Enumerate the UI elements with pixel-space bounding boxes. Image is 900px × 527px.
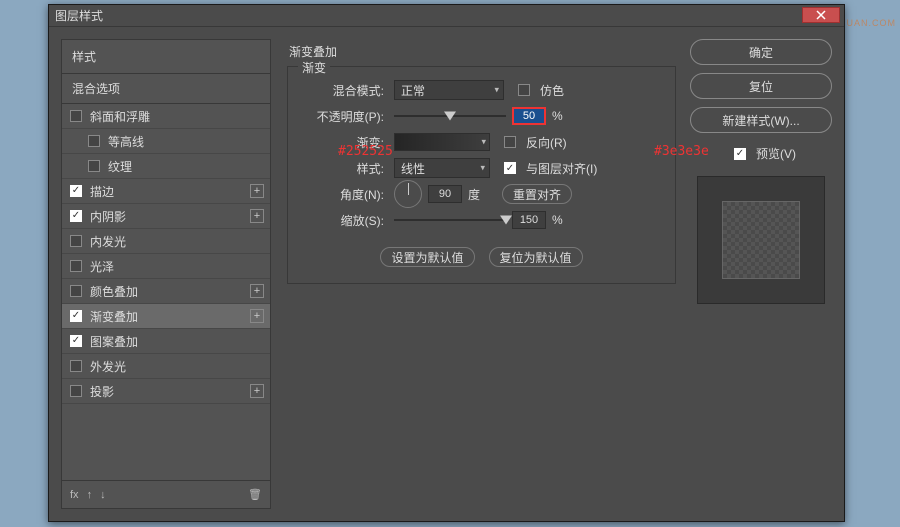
style-item[interactable]: 等高线 — [62, 129, 270, 154]
style-item[interactable]: 投影 + — [62, 379, 270, 404]
style-select[interactable]: 线性 ▾ — [394, 158, 490, 178]
angle-unit: 度 — [468, 186, 480, 203]
set-default-button[interactable]: 设置为默认值 — [380, 247, 474, 267]
opacity-input[interactable]: 50 — [512, 107, 546, 125]
reset-default-button[interactable]: 复位为默认值 — [489, 247, 583, 267]
trash-icon[interactable]: 🗑 — [248, 488, 262, 501]
style-checkbox[interactable] — [88, 160, 100, 172]
style-checkbox[interactable] — [70, 260, 82, 272]
dialog-title: 图层样式 — [55, 7, 103, 24]
preview-checkbox[interactable] — [734, 148, 746, 160]
style-label: 样式: — [302, 160, 388, 177]
add-effect-icon[interactable]: + — [250, 184, 264, 198]
style-item[interactable]: 内阴影 + — [62, 204, 270, 229]
layer-style-dialog: 图层样式 样式 混合选项 斜面和浮雕等高线纹理描边 + 内阴影 + 内发光光泽颜色叠加 +… — [48, 4, 845, 522]
style-item-label: 等高线 — [108, 133, 144, 150]
right-panel: 确定 复位 新建样式(W)... 预览(V) — [690, 39, 832, 509]
align-checkbox[interactable] — [504, 162, 516, 174]
reset-align-button[interactable]: 重置对齐 — [502, 184, 572, 204]
sidebar-footer: fx ↑ ↓ 🗑 — [62, 480, 270, 508]
reverse-label: 反向(R) — [526, 134, 567, 151]
styles-header[interactable]: 样式 — [62, 40, 270, 74]
style-checkbox[interactable] — [70, 285, 82, 297]
style-item[interactable]: 外发光 — [62, 354, 270, 379]
scale-label: 缩放(S): — [302, 212, 388, 229]
titlebar[interactable]: 图层样式 — [49, 5, 844, 27]
ok-button[interactable]: 确定 — [690, 39, 832, 65]
angle-dial[interactable] — [394, 180, 422, 208]
style-item-label: 内发光 — [90, 233, 126, 250]
settings-panel: 渐变叠加 渐变 混合模式: 正常 ▾ 仿色 不透明度(P): — [285, 39, 676, 509]
style-item-label: 描边 — [90, 183, 114, 200]
annotation-color2: #3e3e3e — [654, 144, 709, 159]
blend-options-header[interactable]: 混合选项 — [62, 74, 270, 104]
styles-sidebar: 样式 混合选项 斜面和浮雕等高线纹理描边 + 内阴影 + 内发光光泽颜色叠加 + 渐变叠加 +… — [61, 39, 271, 509]
fx-menu-icon[interactable]: fx — [70, 489, 79, 501]
dither-checkbox[interactable] — [518, 84, 530, 96]
blend-mode-value: 正常 — [401, 82, 425, 99]
align-label: 与图层对齐(I) — [526, 160, 597, 177]
blend-mode-select[interactable]: 正常 ▾ — [394, 80, 504, 100]
angle-input[interactable]: 90 — [428, 185, 462, 203]
blend-mode-label: 混合模式: — [302, 82, 388, 99]
add-effect-icon[interactable]: + — [250, 209, 264, 223]
group-title: 渐变叠加 — [285, 39, 676, 66]
close-icon — [816, 10, 826, 20]
style-checkbox[interactable] — [70, 185, 82, 197]
angle-label: 角度(N): — [302, 186, 388, 203]
add-effect-icon[interactable]: + — [250, 284, 264, 298]
chevron-down-icon: ▾ — [494, 85, 499, 96]
arrow-down-icon[interactable]: ↓ — [100, 489, 106, 501]
style-checkbox[interactable] — [70, 210, 82, 222]
close-button[interactable] — [802, 7, 840, 23]
annotation-color1: #252525 — [338, 144, 393, 159]
arrow-up-icon[interactable]: ↑ — [87, 489, 93, 501]
style-item-label: 纹理 — [108, 158, 132, 175]
add-effect-icon[interactable]: + — [250, 309, 264, 323]
preview-box — [697, 176, 825, 304]
style-item-label: 颜色叠加 — [90, 283, 138, 300]
style-item[interactable]: 纹理 — [62, 154, 270, 179]
style-checkbox[interactable] — [70, 385, 82, 397]
style-value: 线性 — [401, 160, 425, 177]
style-item[interactable]: 图案叠加 — [62, 329, 270, 354]
cancel-button[interactable]: 复位 — [690, 73, 832, 99]
style-checkbox[interactable] — [70, 335, 82, 347]
style-checkbox[interactable] — [70, 360, 82, 372]
gradient-preview[interactable]: ▾ — [394, 133, 490, 151]
fieldset-legend: 渐变 — [298, 59, 330, 76]
scale-slider[interactable] — [394, 212, 506, 228]
scale-unit: % — [552, 213, 563, 227]
style-checkbox[interactable] — [88, 135, 100, 147]
style-item[interactable]: 光泽 — [62, 254, 270, 279]
preview-label: 预览(V) — [756, 145, 796, 162]
style-item-label: 图案叠加 — [90, 333, 138, 350]
opacity-label: 不透明度(P): — [302, 108, 388, 125]
opacity-unit: % — [552, 109, 563, 123]
dither-label: 仿色 — [540, 82, 564, 99]
style-item-label: 外发光 — [90, 358, 126, 375]
style-item[interactable]: 描边 + — [62, 179, 270, 204]
opacity-slider[interactable] — [394, 108, 506, 124]
style-item-label: 投影 — [90, 383, 114, 400]
style-checkbox[interactable] — [70, 310, 82, 322]
add-effect-icon[interactable]: + — [250, 384, 264, 398]
style-item[interactable]: 斜面和浮雕 — [62, 104, 270, 129]
style-item-label: 光泽 — [90, 258, 114, 275]
style-item[interactable]: 内发光 — [62, 229, 270, 254]
style-checkbox[interactable] — [70, 235, 82, 247]
style-item[interactable]: 渐变叠加 + — [62, 304, 270, 329]
style-checkbox[interactable] — [70, 110, 82, 122]
style-item-label: 内阴影 — [90, 208, 126, 225]
chevron-down-icon: ▾ — [480, 163, 485, 174]
style-item-label: 斜面和浮雕 — [90, 108, 150, 125]
reverse-checkbox[interactable] — [504, 136, 516, 148]
preview-swatch — [722, 201, 800, 279]
style-item-label: 渐变叠加 — [90, 308, 138, 325]
chevron-down-icon: ▾ — [481, 137, 486, 148]
scale-input[interactable]: 150 — [512, 211, 546, 229]
new-style-button[interactable]: 新建样式(W)... — [690, 107, 832, 133]
style-item[interactable]: 颜色叠加 + — [62, 279, 270, 304]
